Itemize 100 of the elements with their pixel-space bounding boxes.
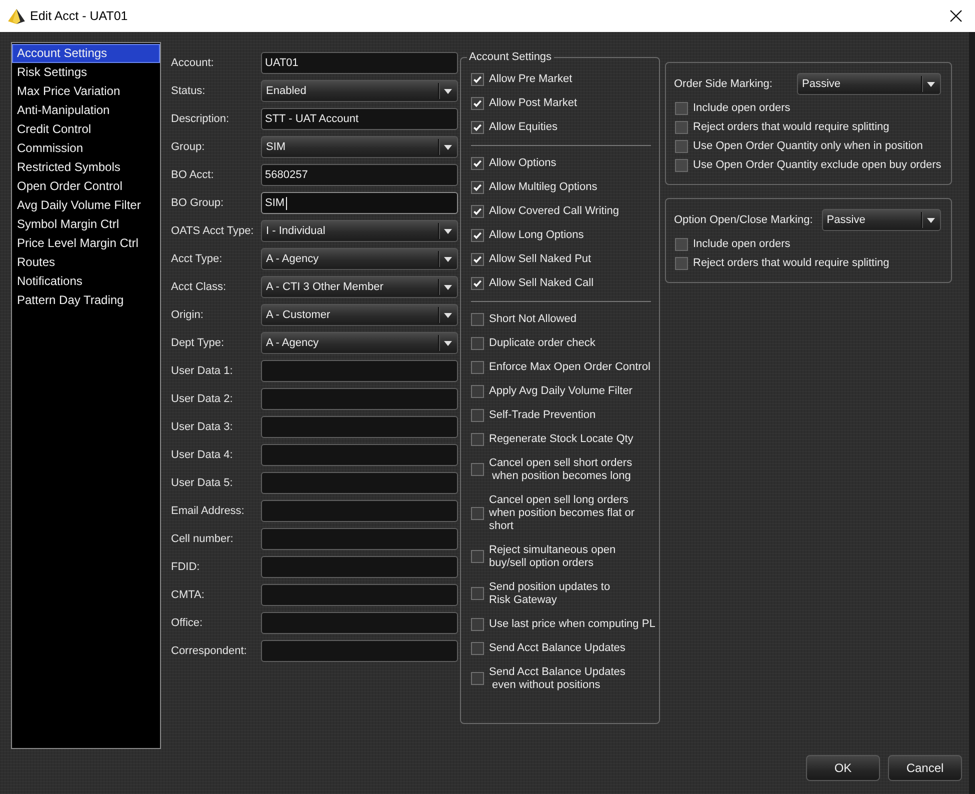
checkbox-label: Allow Post Market xyxy=(489,96,578,110)
text-field[interactable] xyxy=(261,528,458,550)
checkbox[interactable] xyxy=(471,360,484,374)
checkbox[interactable] xyxy=(471,463,484,476)
sidebar-item[interactable]: Risk Settings xyxy=(12,63,160,82)
checkbox[interactable] xyxy=(471,120,484,134)
sidebar-item[interactable]: Pattern Day Trading xyxy=(12,291,160,310)
checkbox[interactable] xyxy=(471,432,484,446)
dropdown[interactable]: A - Agency xyxy=(261,332,458,354)
checkbox[interactable] xyxy=(471,672,484,685)
cancel-button[interactable]: Cancel xyxy=(888,755,962,781)
sidebar-item[interactable]: Avg Daily Volume Filter xyxy=(12,196,160,215)
field-label: Email Address: xyxy=(171,504,246,519)
checkbox[interactable] xyxy=(471,72,484,86)
field-label: User Data 1: xyxy=(171,364,234,379)
sidebar-item[interactable]: Account Settings xyxy=(12,44,160,63)
checkbox-label: Use Open Order Quantity only when in position xyxy=(693,140,923,153)
checkbox[interactable] xyxy=(471,642,484,654)
checkbox[interactable] xyxy=(471,252,484,266)
checkbox[interactable] xyxy=(471,336,484,350)
text-field[interactable] xyxy=(261,444,458,466)
text-field[interactable] xyxy=(261,640,458,662)
checkbox-label: Allow Long Options xyxy=(489,228,584,242)
checkbox[interactable] xyxy=(675,102,688,115)
caret-icon xyxy=(444,257,452,262)
checkbox[interactable] xyxy=(471,180,484,194)
text-field[interactable]: SIM xyxy=(261,192,458,214)
sidebar-item[interactable]: Anti-Manipulation xyxy=(12,101,160,120)
ok-button[interactable]: OK xyxy=(806,755,880,781)
checkbox[interactable] xyxy=(471,618,484,630)
checkbox[interactable] xyxy=(471,204,484,218)
sidebar-item[interactable]: Commission xyxy=(12,139,160,158)
checkbox[interactable] xyxy=(471,587,484,600)
field-label: Office: xyxy=(171,616,204,631)
checkbox-label: Self-Trade Prevention xyxy=(489,408,596,422)
text-field[interactable] xyxy=(261,584,458,606)
checkbox-label: Allow Sell Naked Put xyxy=(489,252,592,266)
dropdown[interactable]: I - Individual xyxy=(261,220,458,242)
checkbox[interactable] xyxy=(471,228,484,242)
text-cursor-icon xyxy=(286,196,287,210)
checkbox-label: Duplicate order check xyxy=(489,336,596,350)
text-field[interactable] xyxy=(261,612,458,634)
text-field[interactable]: UAT01 xyxy=(261,52,458,74)
checkbox[interactable] xyxy=(471,156,484,170)
text-field[interactable] xyxy=(261,472,458,494)
checkbox[interactable] xyxy=(471,384,484,398)
sidebar-item[interactable]: Routes xyxy=(12,253,160,272)
checkbox[interactable] xyxy=(471,550,484,563)
sidebar-item[interactable]: Restricted Symbols xyxy=(12,158,160,177)
checkbox[interactable] xyxy=(675,159,688,172)
text-field[interactable]: 5680257 xyxy=(261,164,458,186)
checkbox[interactable] xyxy=(675,121,688,134)
checkbox-label: Use Open Order Quantity exclude open buy orders xyxy=(693,159,942,172)
text-field[interactable] xyxy=(261,416,458,438)
field-label: User Data 5: xyxy=(171,476,234,491)
text-field[interactable]: STT - UAT Account xyxy=(261,108,458,130)
field-label: Dept Type: xyxy=(171,336,225,351)
sidebar-item[interactable]: Symbol Margin Ctrl xyxy=(12,215,160,234)
checkbox[interactable] xyxy=(471,312,484,326)
checkbox-label: Send Acct Balance Updates xyxy=(489,642,626,654)
caret-icon xyxy=(444,89,452,94)
field-label: Group: xyxy=(171,140,206,155)
text-field[interactable] xyxy=(261,360,458,382)
text-field[interactable] xyxy=(261,500,458,522)
checkbox[interactable] xyxy=(471,276,484,290)
sidebar-item[interactable]: Price Level Margin Ctrl xyxy=(12,234,160,253)
checkbox-label: Cancel open sell short orders when position becomes long xyxy=(489,456,632,482)
field-label: Option Open/Close Marking: xyxy=(674,214,813,226)
checkbox[interactable] xyxy=(471,96,484,110)
dropdown[interactable]: Enabled xyxy=(261,80,458,102)
text-field[interactable] xyxy=(261,556,458,578)
checkbox[interactable] xyxy=(675,140,688,153)
dropdown[interactable]: A - CTI 3 Other Member xyxy=(261,276,458,298)
dropdown[interactable]: Passive xyxy=(822,209,941,231)
checkbox[interactable] xyxy=(675,238,688,251)
caret-icon xyxy=(927,82,935,87)
checkbox[interactable] xyxy=(471,408,484,422)
checkbox-label: Allow Multileg Options xyxy=(489,180,598,194)
text-field[interactable] xyxy=(261,388,458,410)
checkbox-label: Reject orders that would require splitting xyxy=(693,121,890,134)
caret-icon xyxy=(927,218,935,223)
sidebar-item[interactable]: Max Price Variation xyxy=(12,82,160,101)
checkbox-label: Regenerate Stock Locate Qty xyxy=(489,432,634,446)
field-label: Account: xyxy=(171,56,215,71)
window-title: Edit Acct - UAT01 xyxy=(30,9,128,23)
field-label: BO Acct: xyxy=(171,168,215,183)
caret-icon xyxy=(444,341,452,346)
field-label: Status: xyxy=(171,84,206,99)
field-label: User Data 3: xyxy=(171,420,234,435)
dropdown[interactable]: A - Agency xyxy=(261,248,458,270)
sidebar-item[interactable]: Notifications xyxy=(12,272,160,291)
sidebar-item[interactable]: Credit Control xyxy=(12,120,160,139)
pyramid-logo-icon xyxy=(8,8,25,24)
checkbox[interactable] xyxy=(675,257,688,270)
sidebar-item[interactable]: Open Order Control xyxy=(12,177,160,196)
dropdown[interactable]: A - Customer xyxy=(261,304,458,326)
checkbox[interactable] xyxy=(471,506,484,520)
checkbox-label: Send position updates to Risk Gateway xyxy=(489,580,610,606)
dropdown[interactable]: Passive xyxy=(797,73,941,95)
dropdown[interactable]: SIM xyxy=(261,136,458,158)
